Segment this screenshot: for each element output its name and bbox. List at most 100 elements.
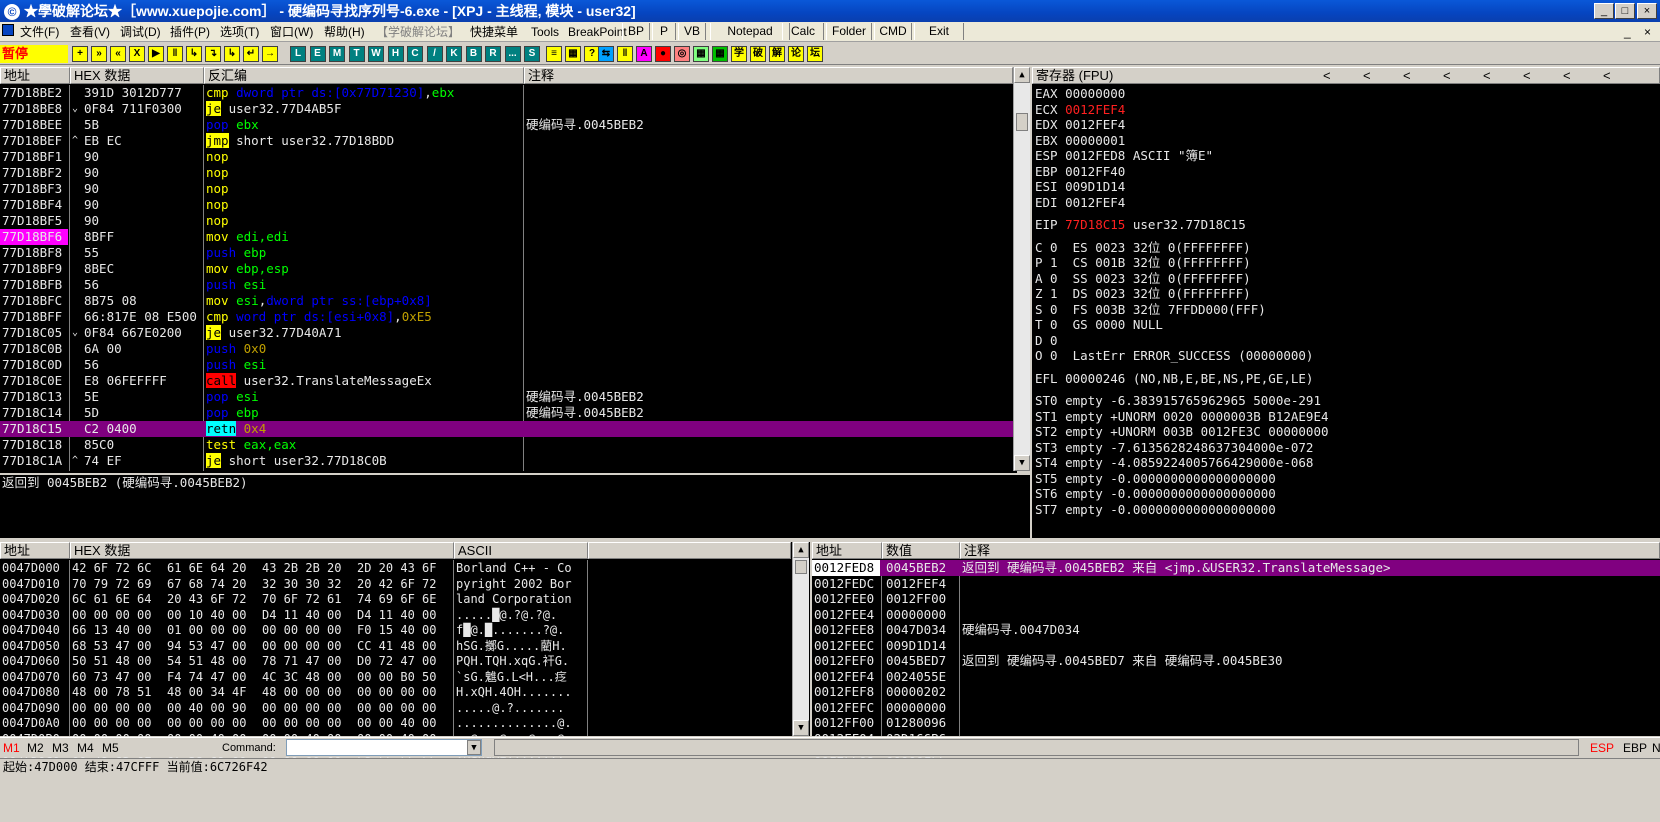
toolbar-button-buttons_d-8[interactable]: 破 — [750, 46, 766, 62]
toolbar-button-buttons_a-10[interactable]: → — [262, 46, 278, 62]
register-nav-arrow[interactable]: < — [1563, 68, 1571, 83]
register-line[interactable]: C 0 ES 0023 32位 0(FFFFFFFF) — [1035, 240, 1655, 256]
menu-breakpoint[interactable]: BreakPoint — [568, 24, 627, 40]
toolbar-button-buttons_d-5[interactable]: ▦ — [693, 46, 709, 62]
register-nav-arrow[interactable]: < — [1323, 68, 1331, 83]
toolbar-button-buttons_d-10[interactable]: 论 — [788, 46, 804, 62]
register-line[interactable]: ESI 009D1D14 — [1035, 179, 1655, 195]
vb-button[interactable]: VB — [678, 23, 706, 40]
toolbar-button-buttons_a-5[interactable]: ‖ — [167, 46, 183, 62]
register-nav-arrow[interactable]: < — [1603, 68, 1611, 83]
toolbar-button-buttons_a-3[interactable]: X — [129, 46, 145, 62]
cpu-scrollbar[interactable]: ▲ ▼ — [1013, 67, 1030, 471]
dump-row[interactable]: 0047D070 60 73 47 00 F4 74 47 00 4C 3C 48 0… — [0, 669, 791, 685]
register-line[interactable]: ST3 empty -7.6135628248637304000e-072 — [1035, 440, 1655, 456]
register-line[interactable]: EDI 0012FEF4 — [1035, 195, 1655, 211]
toolbar-button-buttons_b-6[interactable]: C — [407, 46, 423, 62]
cpu-row[interactable]: 77D18BF6 8BFF mov edi,edi — [0, 229, 1013, 245]
mark-m3[interactable]: M3 — [52, 741, 69, 755]
app-icon[interactable]: © — [4, 4, 20, 21]
n-button[interactable]: N — [1652, 741, 1660, 755]
mark-m4[interactable]: M4 — [77, 741, 94, 755]
cpu-row[interactable]: 77D18C1A ^ 74 EF je short user32.77D18C0B — [0, 453, 1013, 469]
dump-row[interactable]: 0047D010 70 79 72 69 67 68 74 20 32 30 30 3… — [0, 576, 791, 592]
notepad-button[interactable]: Notepad — [710, 23, 790, 40]
stack-listing[interactable]: 0012FED8 0045BEB2 返回到 硬编码寻.0045BEB2 来自 <jm… — [812, 560, 1660, 761]
register-line[interactable]: ST6 empty -0.0000000000000000000 — [1035, 486, 1655, 502]
toolbar-button-buttons_d-11[interactable]: 坛 — [807, 46, 823, 62]
stack-row[interactable]: 0012FEE8 0047D034 硬编码寻.0047D034 — [812, 622, 1660, 638]
toolbar-button-buttons_b-8[interactable]: K — [446, 46, 462, 62]
scroll-thumb[interactable] — [795, 560, 807, 574]
toolbar-button-buttons_b-9[interactable]: B — [465, 46, 482, 62]
stack-row[interactable]: 0012FEDC 0012FEF4 — [812, 576, 1660, 592]
toolbar-button-buttons_d-2[interactable]: A — [636, 46, 652, 62]
toolbar-button-buttons_d-7[interactable]: 学 — [731, 46, 747, 62]
menu-plugins[interactable]: 插件(P) — [170, 24, 210, 40]
cpu-row[interactable]: 77D18BF9 8BEC mov ebp,esp — [0, 261, 1013, 277]
cpu-row[interactable]: 77D18BF3 90 nop — [0, 181, 1013, 197]
toolbar-button-buttons_a-4[interactable]: ▶ — [148, 46, 164, 62]
scroll-down-arrow-icon[interactable]: ▼ — [1014, 455, 1030, 471]
toolbar-button-buttons_a-8[interactable]: ↳ — [224, 46, 240, 62]
register-nav-arrow[interactable]: < — [1483, 68, 1491, 83]
dump-row[interactable]: 0047D090 00 00 00 00 00 40 00 90 00 00 00 0… — [0, 700, 791, 716]
dump-row[interactable]: 0047D000 42 6F 72 6C 61 6E 64 20 43 2B 2B 2… — [0, 560, 791, 576]
toolbar-button-buttons_a-7[interactable]: ↴ — [205, 46, 221, 62]
register-line[interactable]: D 0 — [1035, 333, 1655, 349]
dump-header-ascii[interactable]: ASCII — [454, 542, 588, 559]
cpu-row[interactable]: 77D18C18 85C0 test eax,eax — [0, 437, 1013, 453]
mark-m1[interactable]: M1 — [3, 741, 20, 755]
cpu-row[interactable]: 77D18BF5 90 nop — [0, 213, 1013, 229]
mark-m5[interactable]: M5 — [102, 741, 119, 755]
toolbar-button-buttons_d-3[interactable]: ● — [655, 46, 671, 62]
toolbar-button-buttons_b-2[interactable]: M — [329, 46, 345, 62]
register-line[interactable]: EBP 0012FF40 — [1035, 164, 1655, 180]
p-button[interactable]: P — [652, 23, 676, 40]
child-close-button[interactable]: × — [1644, 24, 1651, 40]
register-line[interactable]: S 0 FS 003B 32位 7FFDD000(FFF) — [1035, 302, 1655, 318]
menu-shortcuts[interactable]: 快捷菜单 — [470, 24, 518, 40]
cpu-header-address[interactable]: 地址 — [0, 67, 70, 84]
toolbar-button-buttons_d-6[interactable]: ▦ — [712, 46, 728, 62]
stack-row[interactable]: 0012FEFC 00000000 — [812, 700, 1660, 716]
toolbar-button-buttons_b-1[interactable]: E — [309, 46, 326, 62]
menu-debug[interactable]: 调试(D) — [120, 24, 161, 40]
toolbar-button-buttons_d-0[interactable]: ⇆ — [598, 46, 614, 62]
stack-row[interactable]: 0012FED8 0045BEB2 返回到 硬编码寻.0045BEB2 来自 <jm… — [812, 560, 1660, 576]
menu-window[interactable]: 窗口(W) — [270, 24, 313, 40]
toolbar-button-buttons_a-2[interactable]: « — [110, 46, 126, 62]
menu-file[interactable]: 文件(F) — [20, 24, 59, 40]
register-line[interactable]: EBX 00000001 — [1035, 133, 1655, 149]
register-line[interactable]: EFL 00000246 (NO,NB,E,BE,NS,PE,GE,LE) — [1035, 371, 1655, 387]
stack-row[interactable]: 0012FEF8 00000202 — [812, 684, 1660, 700]
stack-header-address[interactable]: 地址 — [812, 542, 882, 559]
toolbar-button-buttons_b-0[interactable]: L — [290, 46, 306, 62]
stack-row[interactable]: 0012FEE4 00000000 — [812, 607, 1660, 623]
calc-button[interactable]: Calc — [782, 23, 824, 40]
register-line[interactable]: ST1 empty +UNORM 0020 0000003B B12AE9E4 — [1035, 409, 1655, 425]
stack-row[interactable]: 0012FEF4 0024055E — [812, 669, 1660, 685]
cpu-row[interactable]: 77D18BE2 391D 3012D777 cmp dword ptr ds:[… — [0, 85, 1013, 101]
stack-row[interactable]: 0012FEEC 009D1D14 — [812, 638, 1660, 654]
stack-row[interactable]: 0012FEE0 0012FF00 — [812, 591, 1660, 607]
menu-help[interactable]: 帮助(H) — [324, 24, 365, 40]
toolbar-button-buttons_b-5[interactable]: H — [387, 46, 404, 62]
stack-header-value[interactable]: 数值 — [882, 542, 960, 559]
register-line[interactable]: EIP 77D18C15 user32.77D18C15 — [1035, 217, 1655, 233]
toolbar-button-buttons_a-0[interactable]: + — [72, 46, 88, 62]
dump-header-address[interactable]: 地址 — [0, 542, 70, 559]
cmd-button[interactable]: CMD — [874, 23, 912, 40]
dump-header-hex[interactable]: HEX 数据 — [70, 542, 454, 559]
bp-button[interactable]: BP — [622, 23, 650, 40]
scroll-up-arrow-icon[interactable]: ▲ — [1014, 67, 1030, 83]
toolbar-button-buttons_d-4[interactable]: ◎ — [674, 46, 690, 62]
register-line[interactable]: EDX 0012FEF4 — [1035, 117, 1655, 133]
register-line[interactable]: P 1 CS 001B 32位 0(FFFFFFFF) — [1035, 255, 1655, 271]
scroll-thumb[interactable] — [1016, 113, 1028, 131]
cpu-row[interactable]: 77D18BF4 90 nop — [0, 197, 1013, 213]
cpu-row[interactable]: 77D18BF1 90 nop — [0, 149, 1013, 165]
cpu-row[interactable]: 77D18C0B 6A 00 push 0x0 — [0, 341, 1013, 357]
stack-header-comment[interactable]: 注释 — [960, 542, 1660, 559]
cpu-row[interactable]: 77D18C13 5E pop esi 硬编码寻.0045BEB2 — [0, 389, 1013, 405]
